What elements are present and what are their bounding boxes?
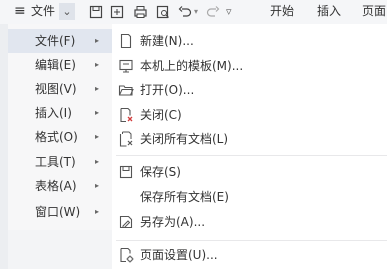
submenu-item-page-setup[interactable]: 页面设置(U)... xyxy=(112,243,387,267)
submenu-item-local-template[interactable]: 本机上的模板(M)... xyxy=(112,54,387,78)
menu-item-table[interactable]: 表格(A) ▸ xyxy=(8,174,112,198)
menu-item-window[interactable]: 窗口(W) ▸ xyxy=(8,200,112,224)
menu-item-file[interactable]: 文件(F) ▸ xyxy=(8,29,112,53)
menu-divider xyxy=(116,240,387,241)
chevron-right-icon: ▸ xyxy=(95,132,100,141)
page-setup-icon xyxy=(118,247,134,263)
file-menu-label: 文件 xyxy=(31,4,56,18)
menu-item-view[interactable]: 视图(V) ▸ xyxy=(8,77,112,101)
chevron-right-icon: ▸ xyxy=(95,157,100,166)
submenu-item-new[interactable]: 新建(N)... xyxy=(112,29,387,53)
tab-page[interactable]: 页面 xyxy=(362,3,386,20)
menu-item-format[interactable]: 格式(O) ▸ xyxy=(8,125,112,149)
folder-open-icon xyxy=(118,82,134,98)
undo-icon[interactable] xyxy=(177,3,193,20)
file-menu-button[interactable]: 文件 xyxy=(31,3,55,20)
new-doc-icon xyxy=(118,33,134,49)
undo-dropdown-icon[interactable]: ▾ xyxy=(194,3,198,20)
chevron-right-icon: ▸ xyxy=(95,108,100,117)
submenu-item-open[interactable]: 打开(O)... xyxy=(112,78,387,102)
chevron-right-icon: ▸ xyxy=(95,60,100,69)
tab-start[interactable]: 开始 xyxy=(270,3,294,20)
submenu-item-close-all[interactable]: 关闭所有文档(L) xyxy=(112,127,387,151)
close-doc-icon xyxy=(118,107,134,123)
tab-insert[interactable]: 插入 xyxy=(317,3,341,20)
chevron-right-icon: ▸ xyxy=(95,36,100,45)
save-icon[interactable] xyxy=(88,3,104,20)
export-pdf-icon[interactable] xyxy=(109,3,125,20)
close-all-icon xyxy=(118,131,134,147)
customize-toolbar-button[interactable]: ▿ xyxy=(226,3,232,20)
hamburger-menu-icon[interactable]: ≡ xyxy=(14,3,26,20)
file-submenu: 新建(N)... 本机上的模板(M)... 打开(O)... 关闭(C) 关闭所… xyxy=(112,24,387,269)
quick-access-toolbar: ≡ 文件 ⌄ ▾ ▿ 开始 插入 页面 xyxy=(0,0,387,25)
menu-item-tools[interactable]: 工具(T) ▸ xyxy=(8,150,112,174)
submenu-item-save-as[interactable]: 另存为(A)... xyxy=(112,210,387,234)
left-pane xyxy=(0,24,8,269)
menu-item-insert[interactable]: 插入(I) ▸ xyxy=(8,101,112,125)
submenu-item-save[interactable]: 保存(S) xyxy=(112,160,387,184)
submenu-item-close[interactable]: 关闭(C) xyxy=(112,103,387,127)
chevron-right-icon: ▸ xyxy=(95,181,100,190)
redo-icon[interactable] xyxy=(205,3,221,20)
chevron-right-icon: ▸ xyxy=(95,84,100,93)
save-as-icon xyxy=(118,214,134,230)
overflow-chevron-icon: ▿ xyxy=(226,5,232,18)
file-dropdown-menu: 文件(F) ▸ 编辑(E) ▸ 视图(V) ▸ 插入(I) ▸ 格式(O) ▸ … xyxy=(8,24,113,230)
chevron-down-icon: ⌄ xyxy=(62,5,72,18)
chevron-right-icon: ▸ xyxy=(95,207,100,216)
file-dropdown-button[interactable]: ⌄ xyxy=(59,3,75,20)
submenu-item-save-all[interactable]: 保存所有文档(E) xyxy=(112,185,387,209)
template-icon xyxy=(118,58,134,74)
print-preview-icon[interactable] xyxy=(155,3,171,20)
menu-item-edit[interactable]: 编辑(E) ▸ xyxy=(8,53,112,77)
print-icon[interactable] xyxy=(132,3,148,20)
menu-divider xyxy=(116,155,387,156)
save-icon xyxy=(118,164,134,180)
